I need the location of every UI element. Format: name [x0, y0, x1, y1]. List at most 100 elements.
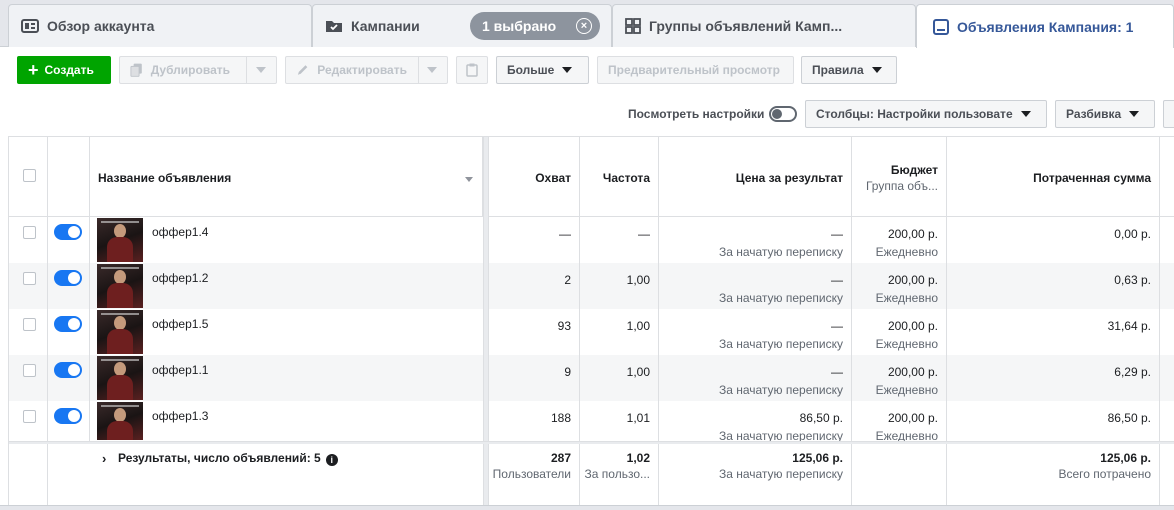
ads-table: Название объявления Охват Частота Цена з… [8, 136, 1174, 507]
totals-label: Результаты, число объявлений: 5 i [118, 451, 338, 466]
totals-frequency: 1,02 [626, 451, 650, 465]
header-frequency-label: Частота [602, 171, 650, 185]
header-frequency[interactable]: Частота [580, 137, 659, 217]
info-icon[interactable]: i [325, 454, 338, 466]
budget-value: 200,00 р. [887, 319, 938, 333]
duplicate-dropdown-icon[interactable] [256, 67, 266, 73]
header-spent-label: Потраченная сумма [1033, 171, 1151, 185]
ad-thumbnail[interactable] [97, 218, 143, 262]
edit-button-label: Редактировать [317, 63, 407, 77]
budget-sub: Ежедневно [875, 291, 938, 305]
row-checkbox[interactable] [23, 226, 36, 239]
view-settings-label: Посмотреть настройки [628, 107, 765, 121]
totals-reach-sub: Пользователи [492, 467, 571, 481]
tab-bar: Обзор аккаунта Кампании 1 выбрано × Груп… [0, 0, 1174, 48]
account-overview-icon [21, 19, 39, 33]
header-budget[interactable]: Бюджет Группа объ... [852, 137, 947, 217]
row-checkbox[interactable] [23, 318, 36, 331]
view-settings-toggle[interactable] [769, 106, 797, 122]
spent-value: 86,50 р. [1107, 411, 1151, 425]
sort-caret-icon[interactable] [465, 177, 473, 182]
cost-value: — [831, 319, 843, 333]
row-checkbox[interactable] [23, 272, 36, 285]
ad-status-toggle[interactable] [54, 408, 82, 424]
columns-button-label: Столбцы: Настройки пользовате [816, 107, 1013, 121]
frequency-value: 1,00 [626, 319, 650, 333]
create-button-label: Создать [44, 63, 94, 77]
header-extra [1160, 137, 1174, 217]
cost-value: — [831, 365, 843, 379]
tab-adsets[interactable]: Группы объявлений Камп... [612, 4, 916, 47]
clear-selection-icon[interactable]: × [576, 18, 592, 34]
breakdown-button-label: Разбивка [1066, 107, 1122, 121]
cost-value: — [831, 227, 843, 241]
row-checkbox[interactable] [23, 364, 36, 377]
cost-value: 86,50 р. [799, 411, 843, 425]
grid-icon [625, 18, 641, 34]
budget-value: 200,00 р. [887, 411, 938, 425]
select-all-checkbox[interactable] [23, 169, 36, 182]
spent-value: 6,29 р. [1114, 365, 1151, 379]
create-button[interactable]: + Создать [17, 56, 111, 84]
ad-status-toggle[interactable] [54, 224, 82, 240]
rules-dropdown-icon [871, 67, 882, 73]
columns-button[interactable]: Столбцы: Настройки пользовате [805, 100, 1047, 128]
row-checkbox[interactable] [23, 410, 36, 423]
totals-reach: 287 [550, 451, 571, 465]
totals-cost: 125,06 р. [792, 451, 843, 465]
clipboard-icon [466, 63, 478, 77]
reach-value: 93 [557, 319, 571, 333]
spent-value: 0,63 р. [1114, 273, 1151, 287]
tab-ads[interactable]: Объявления Кампания: 1 [916, 4, 1174, 48]
ad-name-link[interactable]: оффер1.2 [152, 271, 208, 285]
chevron-right-icon[interactable]: › [102, 451, 106, 466]
reach-value: — [559, 227, 571, 241]
more-button[interactable]: Больше [496, 56, 589, 84]
selected-count-pill[interactable]: 1 выбрано × [470, 12, 600, 40]
header-cost-label: Цена за результат [735, 171, 843, 185]
clipboard-button[interactable] [456, 56, 488, 84]
edit-dropdown-icon[interactable] [427, 67, 437, 73]
cost-sub: За начатую переписку [718, 291, 843, 305]
header-cost-per-result[interactable]: Цена за результат [659, 137, 852, 217]
preview-button[interactable]: Предварительный просмотр [597, 56, 794, 84]
tab-account-overview[interactable]: Обзор аккаунта [8, 4, 312, 47]
header-ad-name-label: Название объявления [98, 171, 232, 185]
ad-thumbnail[interactable] [97, 356, 143, 400]
ad-thumbnail[interactable] [97, 310, 143, 354]
tab-account-overview-label: Обзор аккаунта [47, 18, 155, 34]
ad-status-toggle[interactable] [54, 316, 82, 332]
spent-value: 31,64 р. [1107, 319, 1151, 333]
breakdown-dropdown-icon [1129, 111, 1140, 117]
header-reach[interactable]: Охват [489, 137, 580, 217]
ad-name-link[interactable]: оффер1.4 [152, 225, 208, 239]
header-budget-label: Бюджет [890, 163, 938, 177]
frozen-column-divider[interactable] [483, 137, 489, 507]
totals-spent: 125,06 р. [1100, 451, 1151, 465]
rules-button-label: Правила [812, 63, 864, 77]
duplicate-button-label: Дублировать [150, 63, 230, 77]
duplicate-button[interactable]: Дублировать [119, 56, 277, 84]
ad-status-toggle[interactable] [54, 270, 82, 286]
ad-thumbnail[interactable] [97, 402, 143, 440]
rules-button[interactable]: Правила [801, 56, 897, 84]
frequency-value: 1,00 [626, 365, 650, 379]
export-button[interactable] [1163, 100, 1174, 128]
header-amount-spent[interactable]: Потраченная сумма [947, 137, 1160, 217]
horizontal-scrollbar[interactable] [0, 505, 1174, 510]
breakdown-button[interactable]: Разбивка [1055, 100, 1155, 128]
ad-name-link[interactable]: оффер1.3 [152, 409, 208, 423]
totals-label-text: Результаты, число объявлений: 5 [118, 451, 321, 465]
budget-value: 200,00 р. [887, 227, 938, 241]
cost-sub: За начатую переписку [718, 245, 843, 259]
ad-thumbnail[interactable] [97, 264, 143, 308]
reach-value: 188 [550, 411, 571, 425]
header-ad-name[interactable]: Название объявления [90, 137, 483, 217]
ad-name-link[interactable]: оффер1.1 [152, 363, 208, 377]
ad-status-toggle[interactable] [54, 362, 82, 378]
columns-dropdown-icon [1020, 111, 1031, 117]
totals-spent-sub: Всего потрачено [1058, 467, 1151, 481]
ad-name-link[interactable]: оффер1.5 [152, 317, 208, 331]
edit-button[interactable]: Редактировать [285, 56, 448, 84]
cost-sub: За начатую переписку [718, 337, 843, 351]
